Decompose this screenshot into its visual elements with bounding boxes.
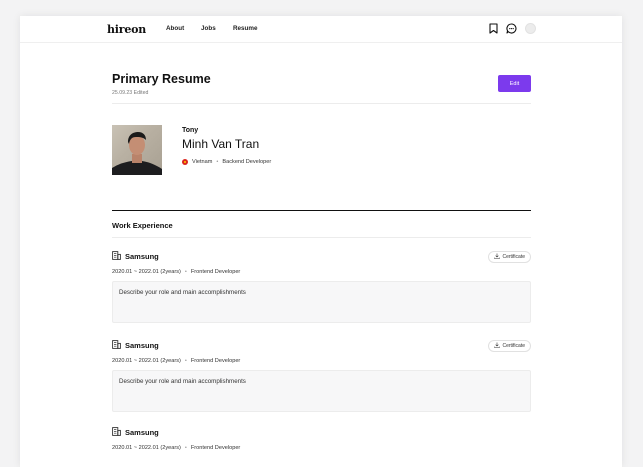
experience-period: 2020.01 ~ 2022.01 (2years) <box>112 445 181 451</box>
certificate-button[interactable]: Certificate <box>488 251 531 263</box>
top-navigation: hireon About Jobs Resume <box>20 16 622 43</box>
experience-item: Samsung 2020.01 ~ 2022.01 (2years) • Fro… <box>112 427 531 451</box>
divider <box>112 103 531 104</box>
experience-position: Frontend Developer <box>190 358 241 364</box>
certificate-button[interactable]: Certificate <box>488 340 531 352</box>
profile-country: Vietnam <box>192 159 213 165</box>
separator-dot: • <box>184 358 187 364</box>
app-window: hireon About Jobs Resume Primary Resume … <box>20 16 622 467</box>
experience-position: Frontend Developer <box>190 269 241 275</box>
logo[interactable]: hireon <box>107 23 146 36</box>
nav-link-about[interactable]: About <box>166 25 184 32</box>
description-field[interactable]: Describe your role and main accomplishme… <box>112 370 531 412</box>
vietnam-flag-icon <box>182 159 188 165</box>
description-field[interactable]: Describe your role and main accomplishme… <box>112 281 531 323</box>
building-icon <box>112 340 121 351</box>
experience-position: Frontend Developer <box>190 445 241 451</box>
download-icon <box>494 253 501 261</box>
profile-meta: Vietnam • Backend Developer <box>182 159 271 165</box>
experience-period: 2020.01 ~ 2022.01 (2years) <box>112 269 181 275</box>
experience-period-row: 2020.01 ~ 2022.01 (2years) • Frontend De… <box>112 269 531 275</box>
page-title: Primary Resume <box>112 72 211 86</box>
separator-dot: • <box>184 445 187 451</box>
download-icon <box>494 342 501 350</box>
experience-period-row: 2020.01 ~ 2022.01 (2years) • Frontend De… <box>112 358 531 364</box>
nav-link-resume[interactable]: Resume <box>233 25 258 32</box>
experience-period: 2020.01 ~ 2022.01 (2years) <box>112 358 181 364</box>
nav-actions <box>489 23 536 34</box>
edited-timestamp: 25.09.23 Edited <box>112 90 149 96</box>
nav-link-jobs[interactable]: Jobs <box>201 25 216 32</box>
separator-dot: • <box>216 159 219 165</box>
profile-photo <box>112 125 162 175</box>
experience-item: Samsung Certificate 2020.01 ~ 2022.01 (2… <box>112 251 531 323</box>
user-avatar[interactable] <box>525 23 536 34</box>
bookmark-icon[interactable] <box>489 23 498 34</box>
company-name: Samsung <box>125 252 159 261</box>
separator-dot: • <box>184 269 187 275</box>
building-icon <box>112 427 121 438</box>
company-name: Samsung <box>125 428 159 437</box>
company-name: Samsung <box>125 341 159 350</box>
experience-company: Samsung <box>112 340 531 351</box>
profile-role: Backend Developer <box>222 159 272 165</box>
divider <box>112 237 531 238</box>
certificate-label: Certificate <box>502 343 525 349</box>
experience-item: Samsung Certificate 2020.01 ~ 2022.01 (2… <box>112 340 531 412</box>
profile-nickname: Tony <box>182 127 199 134</box>
section-divider <box>112 210 531 211</box>
profile-full-name: Minh Van Tran <box>182 137 260 151</box>
section-title: Work Experience <box>112 221 173 230</box>
certificate-label: Certificate <box>502 254 525 260</box>
experience-company: Samsung <box>112 251 531 262</box>
edit-button[interactable]: Edit <box>498 75 531 92</box>
building-icon <box>112 251 121 262</box>
experience-period-row: 2020.01 ~ 2022.01 (2years) • Frontend De… <box>112 445 531 451</box>
experience-company: Samsung <box>112 427 531 438</box>
chat-icon[interactable] <box>506 23 517 34</box>
